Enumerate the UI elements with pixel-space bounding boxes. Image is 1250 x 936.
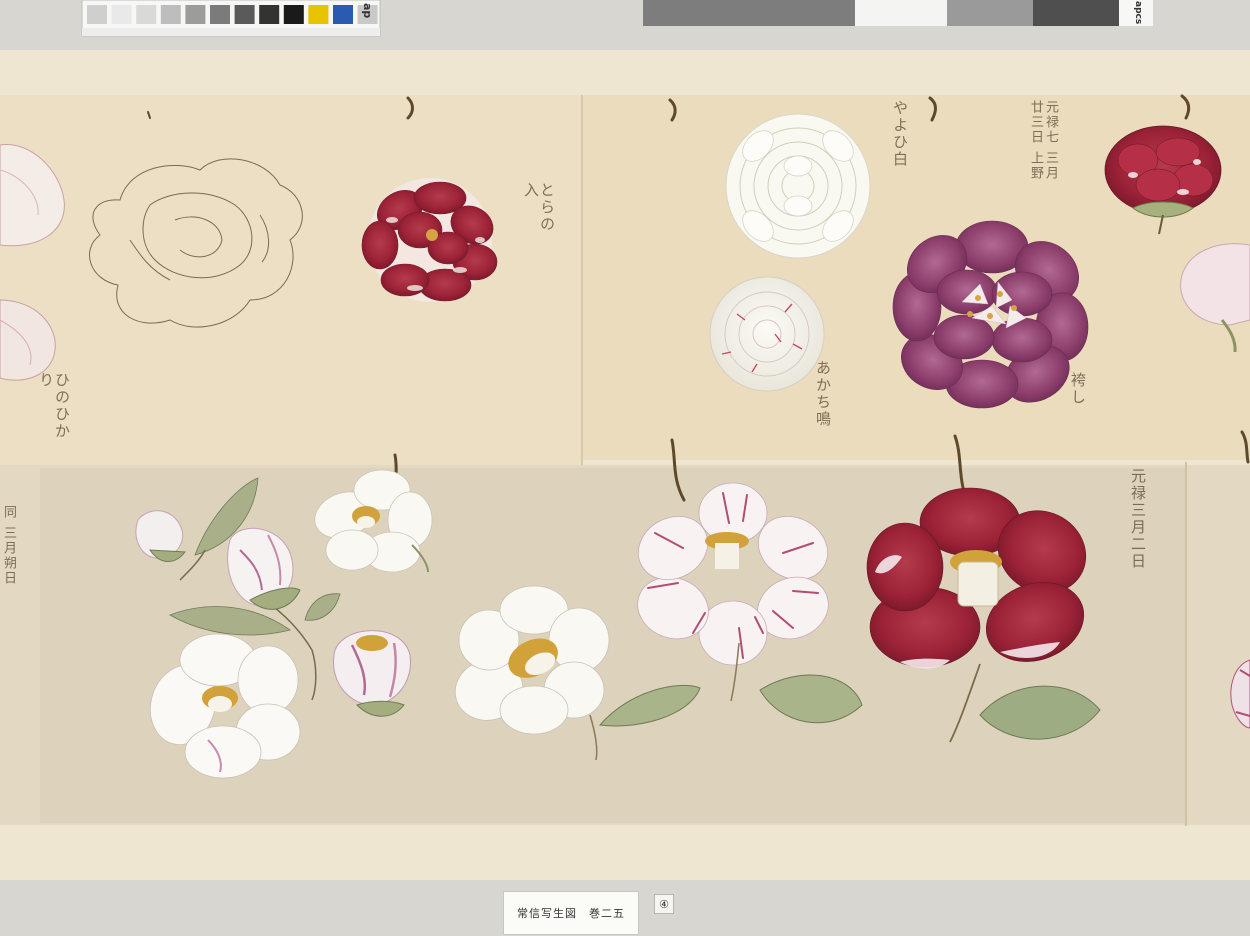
inscription-top-right-2: 元禄七 三月廿三日 上野	[1028, 100, 1058, 182]
calibration-swatch	[283, 5, 304, 24]
inscription-mid-2: 袴し	[1069, 372, 1087, 406]
calibration-swatch	[210, 5, 230, 24]
inscription-top-mid: とらの入	[522, 182, 556, 233]
plate-number: ④	[659, 897, 669, 911]
inscription-mid-1: あかち鳴	[814, 360, 832, 428]
inscription-top-left: ひのひかり	[37, 372, 71, 440]
calibration-swatch	[87, 5, 107, 24]
purple-camellia	[892, 220, 1089, 409]
calibration-swatch	[111, 5, 132, 24]
upper-sheet-left	[0, 95, 582, 465]
inscription-bottom-left: 同 三月朔日	[1, 505, 16, 587]
calibration-logo-left: ap	[361, 3, 374, 19]
calibration-swatch	[160, 5, 181, 24]
calibration-swatch	[136, 5, 157, 24]
inscription-bottom-right: 元禄三月二日	[1129, 468, 1147, 570]
calibration-swatch	[259, 5, 280, 24]
inscription-top-right-1: やよひ白	[891, 100, 909, 168]
calibration-swatch	[333, 5, 353, 24]
plate-number-badge: ④	[654, 894, 674, 914]
color-calibration-strip	[81, 0, 381, 37]
gray-scale-strip	[643, 0, 1153, 26]
calibration-swatch	[234, 5, 255, 24]
catalogue-label-text: 常信写生図 巻二五	[517, 907, 625, 920]
scroll-painting	[0, 0, 1250, 880]
catalogue-label: 常信写生図 巻二五	[503, 891, 639, 935]
white-double-camellia	[725, 113, 871, 259]
calibration-logo-right: apcs	[1133, 1, 1143, 25]
calibration-swatch	[185, 5, 206, 24]
calibration-swatch	[308, 5, 329, 24]
small-white-camellia	[709, 276, 825, 392]
